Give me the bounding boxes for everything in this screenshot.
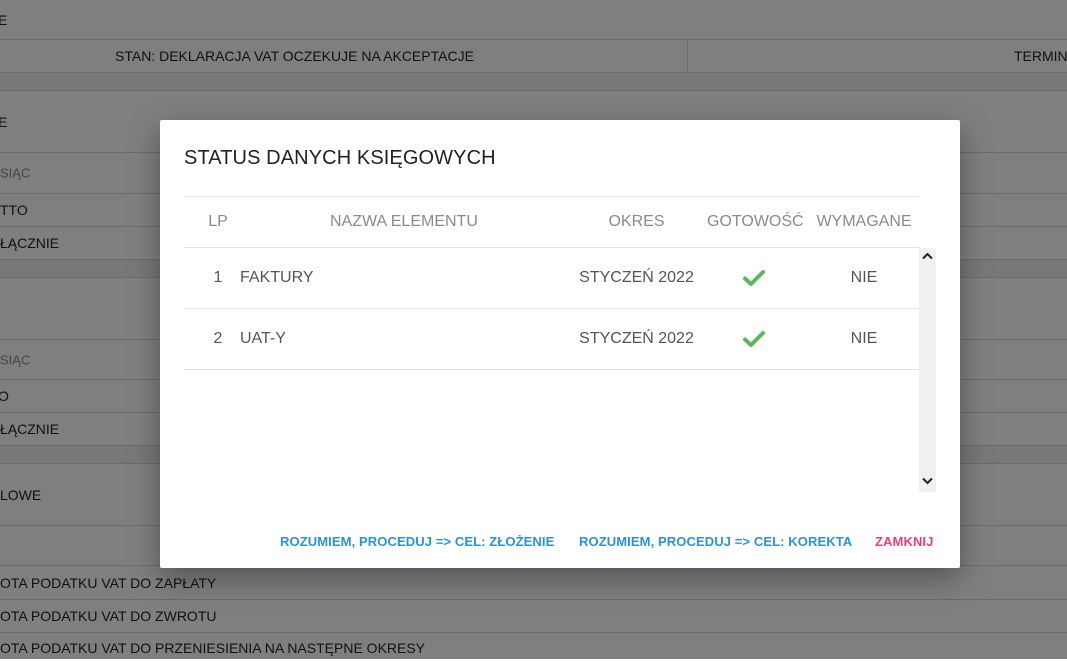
- scroll-down-button[interactable]: [919, 473, 936, 490]
- column-header-okres: OKRES: [608, 213, 665, 230]
- table-scrollbar[interactable]: [919, 248, 936, 492]
- table-row: 2 UAT-Y STYCZEŃ 2022 NIE: [184, 309, 919, 370]
- chevron-down-icon: [922, 477, 933, 485]
- scroll-up-button[interactable]: [919, 248, 936, 265]
- close-button[interactable]: ZAMKNIJ: [875, 534, 933, 549]
- column-header-lp: LP: [208, 213, 228, 230]
- row-wymagane: NIE: [850, 269, 878, 286]
- row-okres: STYCZEŃ 2022: [579, 330, 694, 347]
- row-name: FAKTURY: [240, 269, 314, 286]
- check-icon: [707, 269, 801, 287]
- column-header-wymagane: WYMAGANE: [816, 213, 912, 230]
- dialog-title: STATUS DANYCH KSIĘGOWYCH: [184, 147, 496, 169]
- row-okres: STYCZEŃ 2022: [579, 269, 694, 286]
- column-header-gotowosc: GOTOWOŚĆ: [707, 213, 804, 230]
- check-icon: [707, 330, 801, 348]
- chevron-up-icon: [922, 252, 933, 260]
- proceed-correction-button[interactable]: ROZUMIEM, PROCEDUJ => CEL: KOREKTA: [579, 534, 852, 549]
- proceed-submit-button[interactable]: ROZUMIEM, PROCEDUJ => CEL: ZŁOŻENIE: [280, 534, 554, 549]
- table-header: LP NAZWA ELEMENTU OKRES GOTOWOŚĆ WYMAGAN…: [184, 196, 919, 248]
- table-row: 1 FAKTURY STYCZEŃ 2022 NIE: [184, 248, 919, 309]
- dialog-actions: ROZUMIEM, PROCEDUJ => CEL: ZŁOŻENIE ROZU…: [160, 534, 960, 554]
- column-header-name: NAZWA ELEMENTU: [330, 213, 478, 230]
- status-dialog: STATUS DANYCH KSIĘGOWYCH LP NAZWA ELEMEN…: [160, 120, 960, 568]
- row-wymagane: NIE: [850, 330, 878, 347]
- table-body: 1 FAKTURY STYCZEŃ 2022 NIE 2 UAT-Y STYCZ…: [184, 248, 936, 492]
- row-name: UAT-Y: [240, 330, 286, 347]
